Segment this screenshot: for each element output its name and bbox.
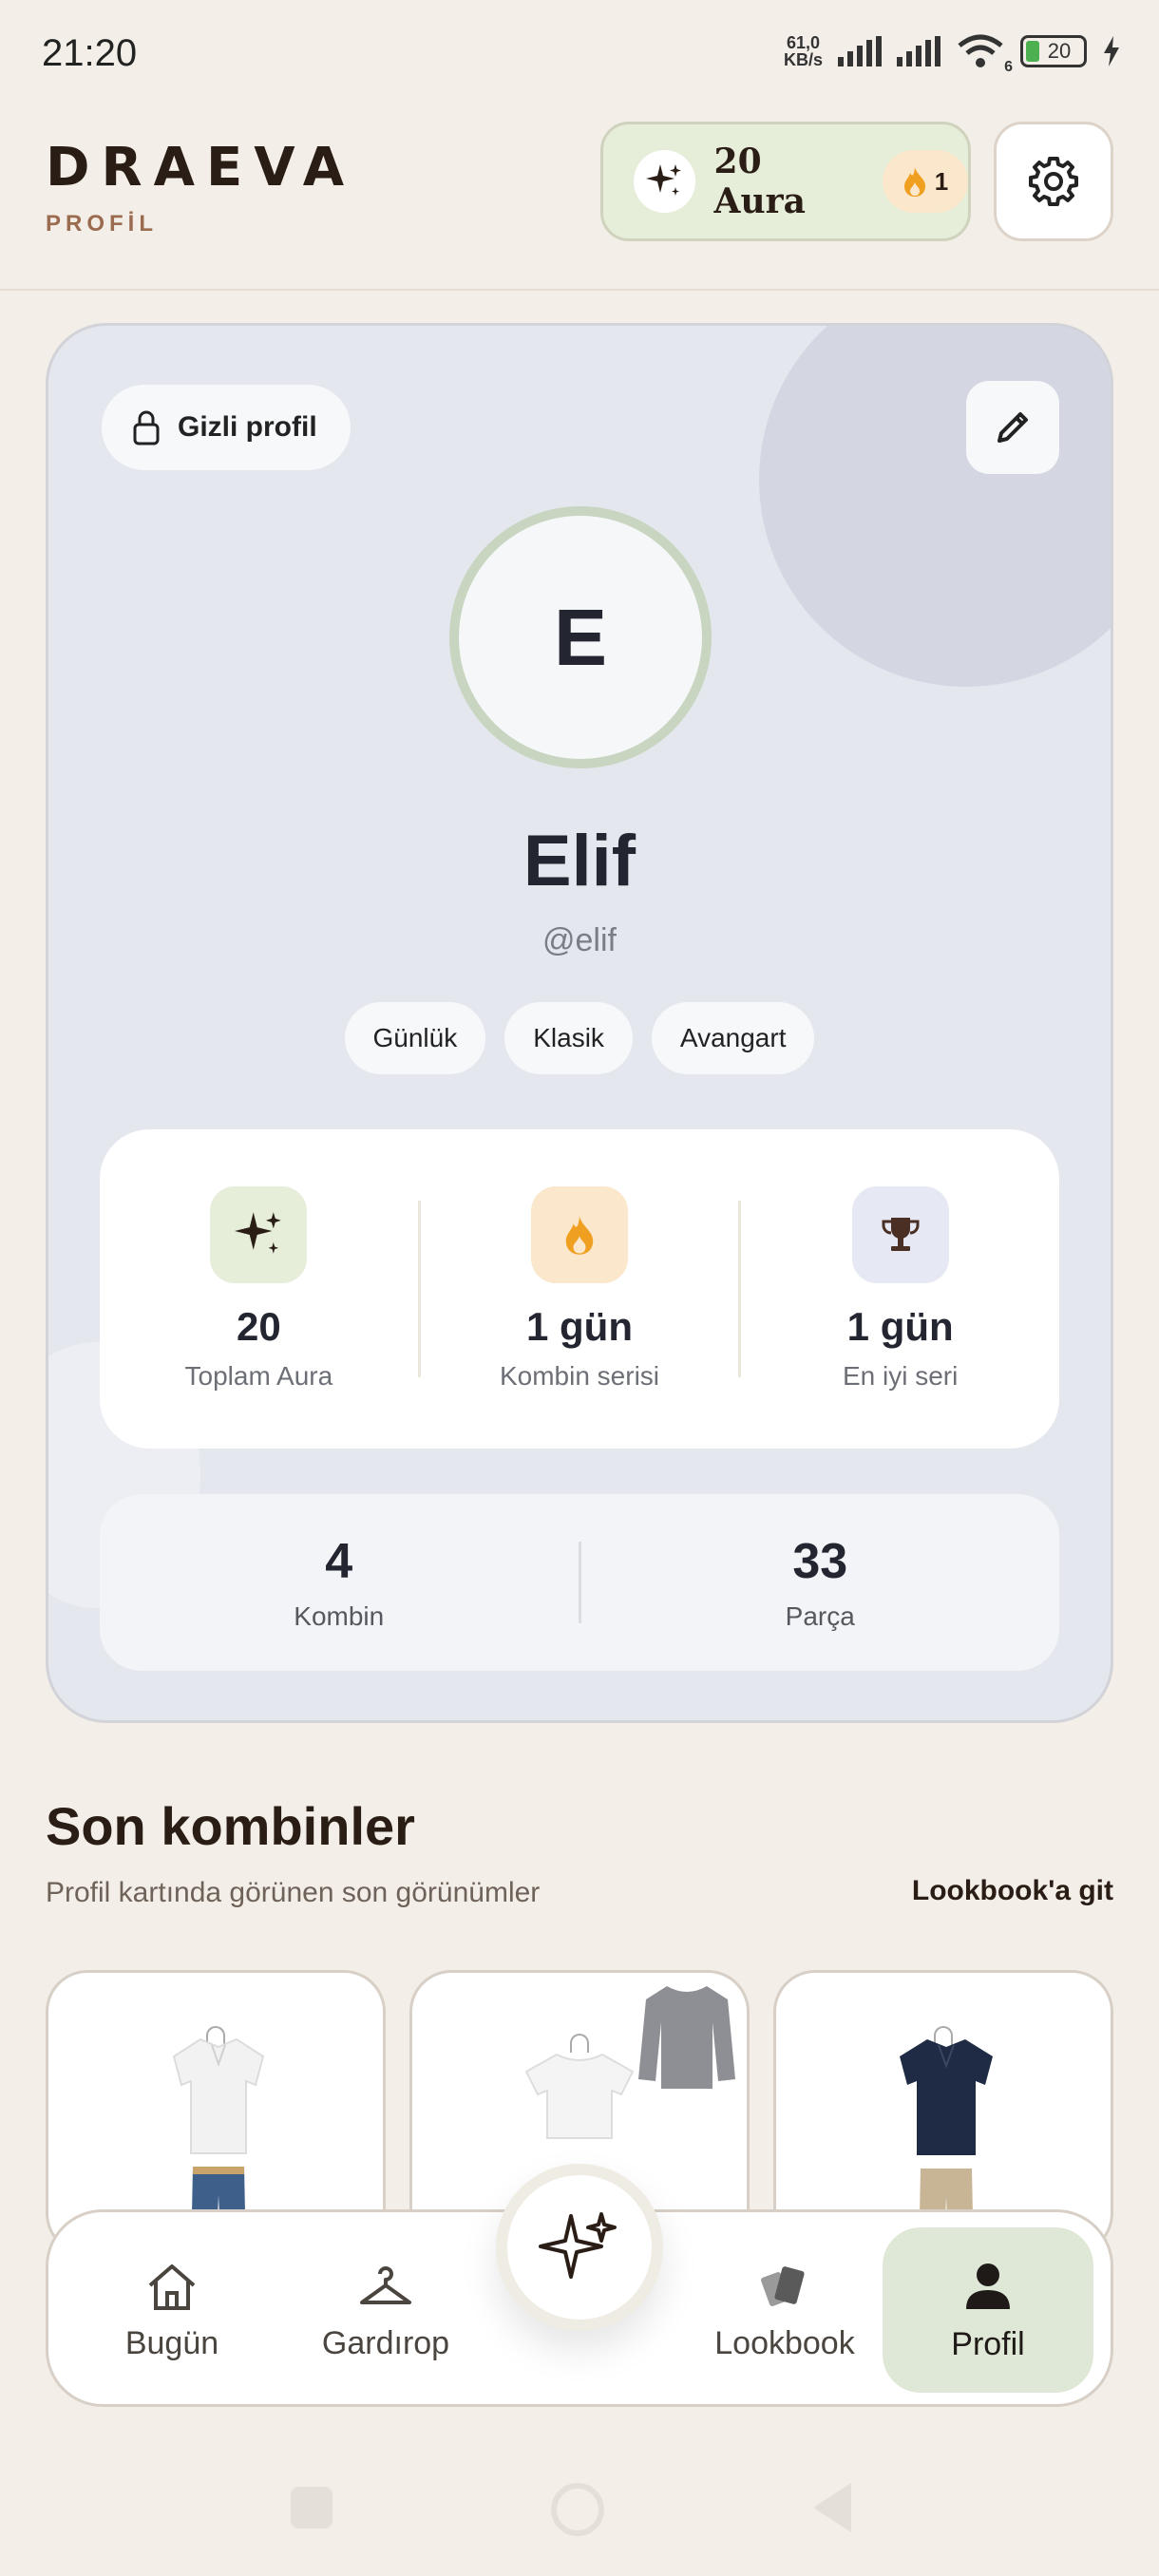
counts-panel: 4 Kombin 33 Parça: [100, 1494, 1059, 1671]
count-label: Kombin: [294, 1601, 385, 1631]
profile-card: Gizli profil E Elif @elif Günlük Klasik …: [46, 323, 1113, 1723]
stat-label: En iyi seri: [842, 1361, 959, 1391]
section-subtitle: Profil kartında görünen son görünümler: [46, 1877, 541, 1908]
wifi-icon: 6: [956, 32, 1013, 75]
nav-label: Bugün: [124, 2324, 219, 2361]
navy-polo-shirt-image: [900, 2039, 993, 2155]
white-polo-shirt-image: [172, 2037, 265, 2154]
aura-label: 20 Aura: [713, 142, 806, 221]
cards-icon: [761, 2265, 805, 2306]
aura-balance-pill[interactable]: 20 Aura 1: [600, 122, 971, 241]
private-profile-label: Gizli profil: [178, 411, 317, 443]
hanger-icon: [570, 2034, 589, 2053]
avatar: E: [449, 506, 712, 768]
back-button[interactable]: [813, 2483, 851, 2532]
grey-sweater-image: [638, 1986, 735, 2089]
nav-item-lookbook[interactable]: Lookbook: [694, 2212, 875, 2410]
style-tag: Klasik: [504, 1002, 633, 1074]
lock-icon: [133, 410, 160, 445]
brand-logo: DRAEVA: [46, 137, 356, 199]
user-name: Elif: [522, 821, 636, 901]
create-outfit-fab[interactable]: [496, 2164, 663, 2331]
stat-value: 1 gün: [846, 1304, 954, 1349]
count-label: Parça: [785, 1601, 855, 1631]
style-tag: Günlük: [344, 1002, 486, 1074]
battery-icon: 20: [1020, 35, 1087, 67]
hanger-icon: [360, 2265, 411, 2304]
style-tag: Avangart: [651, 1002, 815, 1074]
white-crop-top-image: [524, 2053, 635, 2139]
section-title: Son kombinler: [46, 1796, 415, 1856]
private-profile-toggle[interactable]: Gizli profil: [102, 385, 351, 470]
person-icon: [966, 2263, 1010, 2309]
avatar-initial: E: [553, 592, 608, 682]
trophy-icon: [851, 1186, 949, 1283]
status-time: 21:20: [42, 32, 138, 74]
stat-outfit-streak: 1 gün Kombin serisi: [421, 1186, 739, 1392]
home-button[interactable]: [551, 2483, 604, 2536]
page-subtitle: PROFİL: [46, 211, 158, 237]
stats-panel: 20 Toplam Aura 1 gün Kombin serisi 1 gün…: [100, 1129, 1059, 1449]
flame-icon: [531, 1186, 628, 1283]
pencil-icon: [998, 412, 1028, 443]
user-handle: @elif: [542, 922, 617, 958]
edit-profile-button[interactable]: [966, 381, 1059, 474]
settings-button[interactable]: [994, 122, 1113, 241]
stat-value: 20: [236, 1304, 281, 1349]
decorative-circle: [759, 326, 1111, 687]
stat-label: Kombin serisi: [499, 1361, 660, 1391]
recents-button[interactable]: [291, 2487, 332, 2529]
count-value: 4: [325, 1534, 353, 1589]
stat-best-streak: 1 gün En iyi seri: [741, 1186, 1059, 1392]
signal-icon-2: [897, 36, 940, 66]
count-value: 33: [792, 1534, 848, 1589]
streak-badge: 1: [883, 150, 968, 213]
home-icon: [148, 2263, 196, 2310]
count-items[interactable]: 33 Parça: [581, 1533, 1060, 1632]
sparkle-icon: [634, 150, 695, 213]
gear-icon: [1029, 157, 1078, 206]
signal-icon: [838, 36, 882, 66]
status-icons: 61,0 KB/s 6 20: [783, 32, 1121, 75]
style-tags: Günlük Klasik Avangart: [48, 1002, 1111, 1074]
nav-label: Lookbook: [714, 2324, 855, 2361]
network-speed: 61,0 KB/s: [783, 33, 823, 69]
nav-item-gardirop[interactable]: Gardırop: [295, 2212, 476, 2410]
nav-label: Profil: [951, 2325, 1025, 2362]
stat-value: 1 gün: [526, 1304, 633, 1349]
charging-icon: [1104, 36, 1119, 66]
nav-label: Gardırop: [321, 2324, 450, 2361]
count-outfits[interactable]: 4 Kombin: [100, 1533, 579, 1632]
lookbook-link[interactable]: Lookbook'a git: [912, 1875, 1113, 1907]
stat-total-aura: 20 Toplam Aura: [100, 1186, 418, 1392]
sparkle-icon: [539, 2212, 617, 2279]
stat-label: Toplam Aura: [184, 1361, 333, 1391]
flame-icon: [903, 167, 925, 197]
sparkle-icon: [210, 1186, 308, 1283]
header-divider: [0, 289, 1159, 291]
nav-item-bugun[interactable]: Bugün: [86, 2212, 257, 2410]
nav-item-profil[interactable]: Profil: [883, 2227, 1093, 2393]
